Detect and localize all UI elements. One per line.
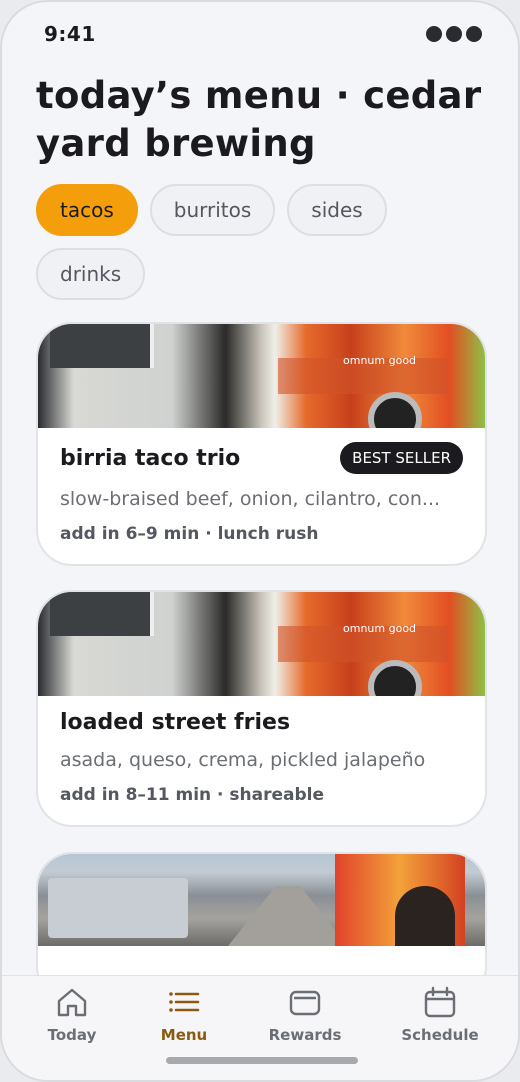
tab-label: Today — [47, 1026, 97, 1044]
wallet-icon — [289, 990, 321, 1016]
item-title: loaded street fries — [60, 710, 291, 735]
tab-menu[interactable]: Menu — [129, 986, 239, 1044]
card-photo — [38, 854, 485, 946]
item-meta: add in 8–11 min · shareable — [60, 785, 325, 805]
calendar-icon — [424, 986, 456, 1018]
menu-card[interactable]: omnum good birria taco trio BEST SELLER … — [36, 322, 487, 566]
chip-tacos[interactable]: tacos — [36, 184, 138, 236]
card-photo: omnum good — [38, 592, 485, 696]
tab-schedule[interactable]: Schedule — [385, 986, 495, 1044]
item-description: asada, queso, crema, pickled jalapeño — [60, 749, 426, 771]
status-time: 9:41 — [44, 22, 96, 46]
tab-bar: Today Menu Rewards Schedule — [2, 975, 518, 1080]
chip-sides[interactable]: sides — [287, 184, 387, 236]
tab-today[interactable]: Today — [17, 986, 127, 1044]
more-icon[interactable] — [426, 26, 482, 42]
phone-frame: 9:41 today’s menu · cedar yard brewing t… — [0, 0, 520, 1082]
tab-label: Menu — [160, 1026, 208, 1044]
photo-sign: omnum good — [343, 622, 417, 635]
chip-drinks[interactable]: drinks — [36, 248, 146, 300]
card-photo: omnum good — [38, 324, 485, 428]
item-description: slow-braised beef, onion, cilantro, con.… — [60, 488, 441, 510]
page-title: today’s menu · cedar yard brewing — [36, 74, 482, 165]
filter-chips: tacos burritos sides drinks — [36, 184, 486, 300]
menu-card[interactable]: omnum good loaded street fries asada, qu… — [36, 590, 487, 827]
photo-sign: omnum good — [343, 354, 417, 367]
home-indicator[interactable] — [166, 1057, 358, 1064]
tab-rewards[interactable]: Rewards — [250, 986, 360, 1044]
tab-label: Rewards — [268, 1026, 342, 1044]
tab-label: Schedule — [401, 1026, 479, 1044]
item-title: birria taco trio — [60, 445, 241, 471]
status-bar: 9:41 — [44, 20, 482, 48]
item-meta: add in 6–9 min · lunch rush — [60, 524, 319, 544]
best-seller-badge: BEST SELLER — [340, 442, 463, 474]
chip-burritos[interactable]: burritos — [149, 184, 276, 236]
home-icon — [57, 988, 87, 1017]
list-icon — [169, 992, 200, 1012]
